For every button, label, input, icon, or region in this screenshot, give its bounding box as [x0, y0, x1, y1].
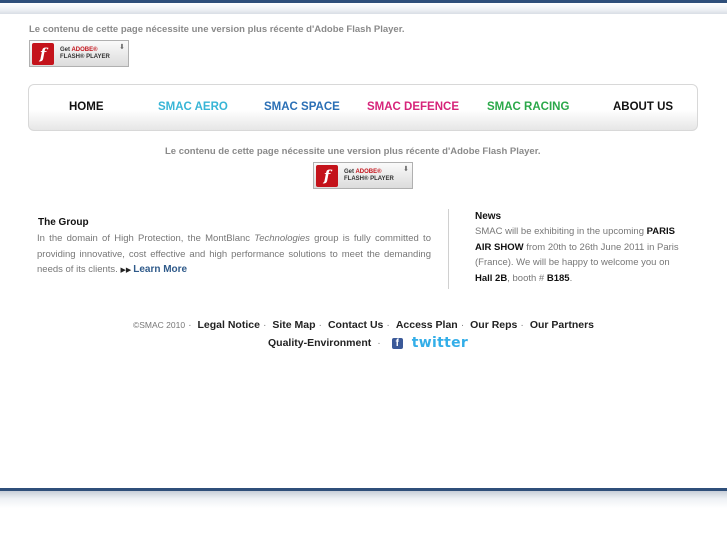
nav-smac-racing[interactable]: SMAC RACING [487, 101, 569, 113]
footer-links: ©SMAC 2010 · Legal Notice · Site Map · Cont… [132, 319, 595, 331]
top-header-bar [0, 0, 727, 14]
get-flash-player-button-center[interactable]: f Get ADOBE® FLASH® PLAYER ⬇ [313, 162, 413, 189]
our-partners-link[interactable]: Our Partners [530, 319, 594, 331]
bottom-footer-bar [0, 488, 727, 508]
group-title: The Group [38, 217, 89, 228]
news-body: SMAC will be exhibiting in the upcoming … [475, 226, 679, 284]
legal-notice-link[interactable]: Legal Notice [198, 319, 260, 331]
copyright: ©SMAC 2010 [132, 320, 186, 330]
our-reps-link[interactable]: Our Reps [470, 319, 517, 331]
get-flash-player-button-top[interactable]: f Get ADOBE® FLASH® PLAYER ⬇ [29, 40, 129, 67]
flash-logo-icon: f [32, 42, 54, 65]
flash-notice-top: Le contenu de cette page nécessite une v… [29, 24, 405, 35]
download-arrow-icon: ⬇ [119, 44, 125, 51]
nav-home[interactable]: HOME [69, 101, 104, 113]
footer-social: Quality-Environment · f twitter [268, 335, 469, 351]
learn-more-link[interactable]: ▶▶ Learn More [120, 264, 187, 275]
flash-badge-text: Get ADOBE® FLASH® PLAYER [60, 46, 110, 60]
group-description: In the domain of High Protection, the Mo… [37, 233, 431, 276]
column-divider [448, 209, 449, 289]
quality-environment-link[interactable]: Quality-Environment [268, 337, 371, 349]
flash-notice-center: Le contenu de cette page nécessite une v… [165, 146, 541, 157]
flash-badge-text: Get ADOBE® FLASH® PLAYER [344, 168, 394, 182]
double-arrow-icon: ▶▶ [120, 267, 132, 275]
facebook-icon[interactable]: f [391, 337, 403, 349]
main-nav: HOME SMAC AERO SMAC SPACE SMAC DEFENCE S… [28, 84, 698, 131]
access-plan-link[interactable]: Access Plan [396, 319, 458, 331]
nav-about-us[interactable]: ABOUT US [613, 101, 673, 113]
flash-logo-icon: f [316, 164, 338, 187]
nav-smac-space[interactable]: SMAC SPACE [264, 101, 340, 113]
twitter-logo-icon[interactable]: twitter [412, 335, 468, 351]
nav-smac-defence[interactable]: SMAC DEFENCE [367, 101, 459, 113]
site-map-link[interactable]: Site Map [272, 319, 315, 331]
contact-us-link[interactable]: Contact Us [328, 319, 383, 331]
download-arrow-icon: ⬇ [403, 166, 409, 173]
nav-smac-aero[interactable]: SMAC AERO [158, 101, 228, 113]
news-title: News [475, 211, 502, 222]
